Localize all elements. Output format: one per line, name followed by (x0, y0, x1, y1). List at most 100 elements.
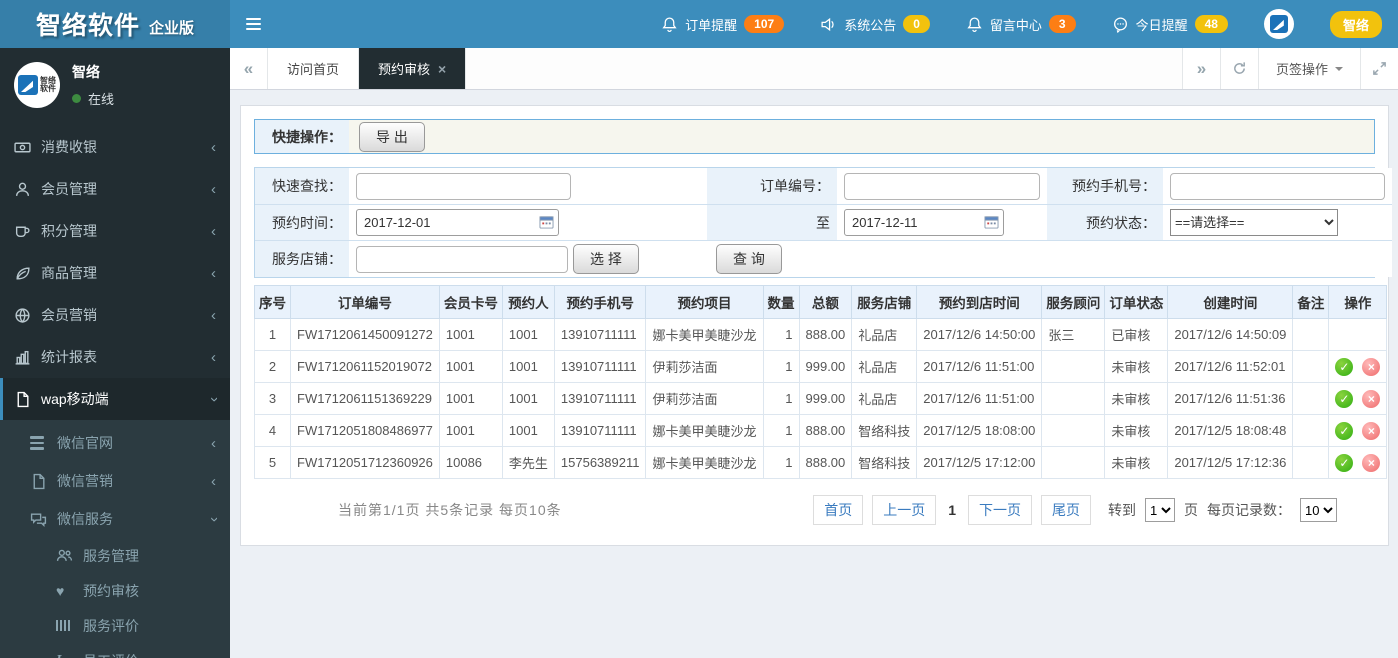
content-area: 快捷操作： 导 出 快速查找： 订单编号： 预约手机号： 预约时间： 2017-… (230, 90, 1398, 658)
sidebar-item-staff-review[interactable]: I 员工评价 (0, 643, 230, 658)
chevron-down-icon: ‹ (205, 516, 222, 522)
export-button[interactable]: 导 出 (359, 121, 425, 152)
chevron-left-icon: ‹ (211, 348, 216, 366)
sidebar-user-panel: 智络 软件 智络 在线 (0, 48, 230, 126)
bell-icon (662, 16, 677, 32)
prev-page-button[interactable]: 上一页 (872, 495, 937, 525)
search-button[interactable]: 查 询 (716, 244, 782, 274)
refresh-button[interactable] (1219, 48, 1258, 89)
app-logo-title: 智络软件 (35, 12, 140, 40)
italic-i-icon: I (56, 653, 83, 658)
tab-operations-button[interactable]: 页签操作 (1257, 48, 1360, 89)
sidebar-user-status: 在线 (72, 89, 114, 108)
sidebar-item-service-manage[interactable]: 服务管理 (0, 538, 230, 573)
approve-icon[interactable]: ✓ (1335, 421, 1354, 440)
status-label: 预约状态： (1047, 204, 1163, 240)
tab-home[interactable]: 访问首页 (268, 48, 360, 89)
last-page-button[interactable]: 尾页 (1041, 495, 1091, 525)
sidebar-item-wechat-marketing[interactable]: 微信营销 ‹ (0, 462, 230, 500)
app-logo-edition: 企业版 (149, 19, 195, 37)
order-reminder-count: 107 (744, 15, 785, 33)
goto-page-select[interactable]: 1 (1145, 498, 1175, 522)
header-avatar[interactable] (1263, 9, 1294, 39)
sidebar-item-wechat-site[interactable]: 微信官网 ‹ (0, 424, 230, 462)
scroll-tabs-left-button[interactable]: « (230, 48, 268, 89)
person-icon (14, 181, 41, 198)
users-icon (56, 547, 83, 564)
store-input[interactable] (356, 245, 568, 273)
store-label: 服务店铺： (255, 240, 349, 277)
goto-label: 转到 (1108, 502, 1136, 518)
bar-chart-icon (14, 349, 41, 366)
logo-mark-icon (1269, 15, 1288, 33)
table-row: 1 FW1712061450091272 1001 1001 139107111… (254, 318, 1388, 351)
sidebar-item-wap[interactable]: wap移动端 ‹ (0, 378, 230, 420)
page-word-label: 页 (1184, 502, 1198, 518)
status-select[interactable]: ==请选择== (1170, 209, 1338, 236)
sidebar: 智络 软件 智络 在线 消费收银 ‹ 会员管理 ‹ 积分管理 ‹ 商品管理 ‹ … (0, 48, 230, 658)
reject-icon[interactable]: × (1362, 389, 1381, 408)
leaf-icon (14, 265, 41, 282)
tab-reservation-audit[interactable]: 预约审核 × (359, 48, 467, 89)
order-reminder-label: 订单提醒 (685, 17, 738, 33)
sidebar-user-name: 智络 (72, 64, 100, 80)
next-page-button[interactable]: 下一页 (968, 495, 1032, 525)
sidebar-item-reservation-audit[interactable]: ♥ 预约审核 (0, 573, 230, 608)
order-reminder-menu[interactable]: 订单提醒 107 (661, 15, 785, 34)
chevron-left-icon: ‹ (211, 434, 216, 452)
scroll-tabs-right-button[interactable]: » (1181, 48, 1220, 89)
reject-icon[interactable]: × (1362, 453, 1381, 472)
sidebar-item-wechat-service[interactable]: 微信服务 ‹ (0, 500, 230, 538)
chat-bubble-icon (1113, 16, 1127, 33)
calendar-icon[interactable] (539, 215, 554, 229)
choose-store-button[interactable]: 选 择 (573, 244, 639, 274)
sidebar-item-reports[interactable]: 统计报表 ‹ (0, 336, 230, 378)
sidebar-item-cashier[interactable]: 消费收银 ‹ (0, 126, 230, 168)
sidebar-item-service-review[interactable]: 服务评价 (0, 608, 230, 643)
chevron-left-icon: ‹ (211, 472, 216, 490)
heart-icon: ♥ (56, 582, 65, 599)
close-tab-icon[interactable]: × (438, 61, 446, 77)
order-no-label: 订单编号： (707, 168, 837, 204)
actions-cell: ✓ × (1328, 414, 1388, 447)
fullscreen-button[interactable] (1360, 48, 1398, 89)
current-page-number: 1 (948, 502, 956, 518)
wap-submenu: 微信官网 ‹ 微信营销 ‹ 微信服务 ‹ 服务管理 ♥ 预约审核 服务评价 (0, 420, 230, 658)
bars-icon (30, 436, 57, 450)
reject-icon[interactable]: × (1362, 421, 1381, 440)
pagination-bar: 当前第1/1页 共5条记录 每页10条 首页 上一页 1 下一页 尾页 转到 1… (254, 495, 1375, 525)
quick-search-input[interactable] (356, 172, 571, 200)
per-page-select[interactable]: 10 (1300, 498, 1337, 522)
today-reminder-menu[interactable]: 今日提醒 48 (1112, 15, 1228, 34)
file-icon (30, 473, 57, 490)
approve-icon[interactable]: ✓ (1335, 357, 1354, 376)
tab-bar: « 访问首页 预约审核 × » 页签操作 (230, 48, 1398, 90)
sidebar-item-goods[interactable]: 商品管理 ‹ (0, 252, 230, 294)
table-header-row: 序号 订单编号 会员卡号 预约人 预约手机号 预约项目 数量 总额 服务店铺 预… (254, 285, 1388, 319)
account-button[interactable]: 智络 (1329, 10, 1382, 38)
per-page-label: 每页记录数： (1207, 502, 1291, 518)
sidebar-toggle-button[interactable] (230, 0, 276, 48)
sidebar-item-marketing[interactable]: 会员营销 ‹ (0, 294, 230, 336)
barcode-icon (56, 620, 83, 631)
user-avatar[interactable]: 智络 软件 (14, 62, 60, 108)
first-page-button[interactable]: 首页 (813, 495, 864, 525)
order-no-input[interactable] (844, 172, 1040, 200)
sidebar-item-members[interactable]: 会员管理 ‹ (0, 168, 230, 210)
date-to-input[interactable] (844, 209, 1004, 236)
to-label: 至 (707, 204, 837, 240)
system-notice-count: 0 (903, 15, 930, 33)
calendar-icon[interactable] (984, 215, 999, 229)
phone-input[interactable] (1170, 172, 1385, 200)
sidebar-item-points[interactable]: 积分管理 ‹ (0, 210, 230, 252)
table-row: 5 FW1712051712360926 10086 李先生 157563892… (254, 446, 1388, 479)
filter-form: 快速查找： 订单编号： 预约手机号： 预约时间： 至 (254, 167, 1392, 278)
system-notice-label: 系统公告 (844, 17, 897, 33)
system-notice-menu[interactable]: 系统公告 0 (820, 15, 930, 34)
message-center-menu[interactable]: 留言中心 3 (966, 15, 1076, 34)
date-from-input[interactable] (356, 209, 559, 236)
approve-icon[interactable]: ✓ (1335, 453, 1354, 472)
approve-icon[interactable]: ✓ (1335, 389, 1354, 408)
online-status-dot (72, 94, 81, 103)
reject-icon[interactable]: × (1362, 357, 1381, 376)
